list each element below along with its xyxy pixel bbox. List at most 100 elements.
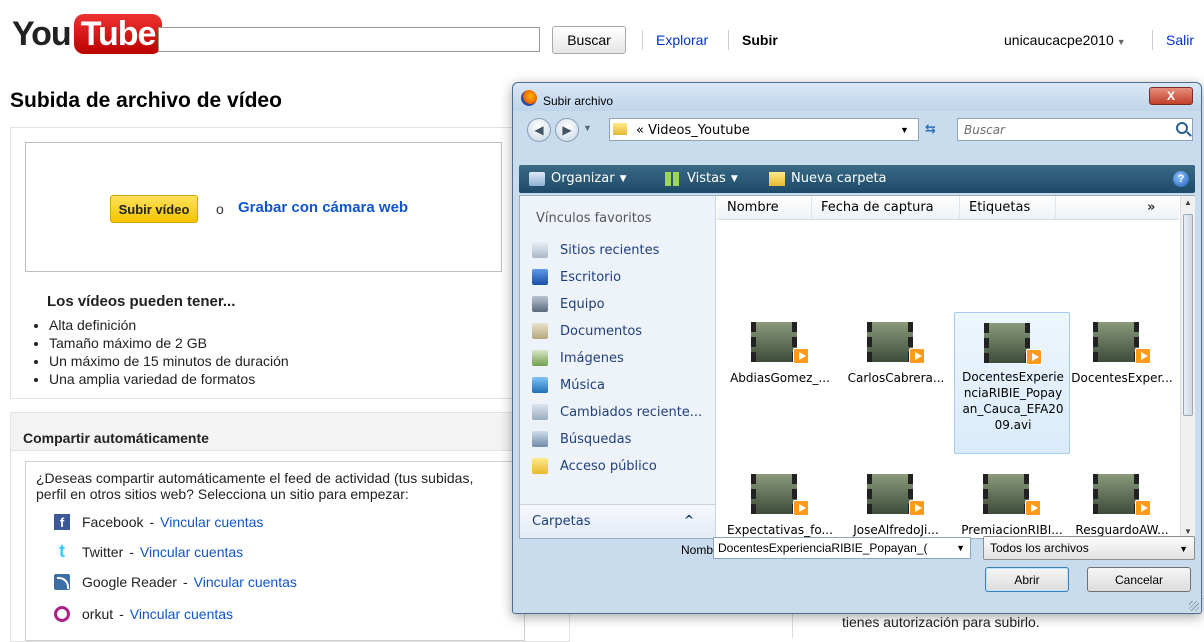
feature-item: Alta definición [49,316,289,334]
file-item-selected[interactable]: DocentesExperie nciaRIBIE_Popay an_Cauca… [954,312,1070,454]
search-input[interactable] [158,27,540,52]
file-name: CarlosCabrera... [847,371,945,385]
share-title: Compartir automáticamente [23,430,209,446]
recently-changed-icon [532,404,548,420]
video-thumbnail [751,474,797,514]
folders-label: Carpetas [532,514,591,529]
dialog-content: Vínculos favoritos Sitios recientes Escr… [519,195,1195,539]
recent-locations-dropdown[interactable]: ▼ [583,123,592,133]
column-date[interactable]: Fecha de captura [821,200,934,215]
dialog-search-input[interactable]: Buscar [957,118,1193,141]
fav-item-public[interactable]: Acceso público [532,458,657,474]
column-name[interactable]: Nombre [727,200,779,215]
file-item[interactable]: CarlosCabrera... [838,312,954,454]
share-header: Compartir automáticamente [11,413,569,451]
fav-item-label: Imágenes [560,350,624,366]
fav-item-recently-changed[interactable]: Cambiados reciente... [532,404,702,420]
open-button[interactable]: Abrir [985,567,1069,592]
share-separator: - [149,514,155,530]
fav-item-computer[interactable]: Equipo [532,296,605,312]
user-menu[interactable]: unicaucacpe2010 ▼ [1004,32,1126,48]
chevron-down-icon: ▼ [730,173,738,184]
chevron-down-icon[interactable]: ▼ [900,125,909,135]
fav-item-pictures[interactable]: Imágenes [532,350,624,366]
facebook-icon: f [54,514,70,530]
share-separator: - [182,574,188,590]
resize-grip-icon[interactable] [1189,601,1199,611]
search-button[interactable]: Buscar [552,26,626,54]
right-panel-text: tienes autorización para subirlo. [842,614,1040,630]
views-icon [665,171,681,186]
folders-toggle[interactable]: Carpetas ^ [520,504,715,538]
address-row: ◀ ▶ ▼ « Videos_Youtube ▼ ⇆ Buscar [513,113,1201,147]
fav-item-documents[interactable]: Documentos [532,323,642,339]
scroll-down-icon[interactable]: ▼ [1184,527,1192,536]
fav-item-recent-places[interactable]: Sitios recientes [532,242,659,258]
video-thumbnail [1093,322,1139,362]
logo-tube: Tube [73,14,163,54]
explore-link[interactable]: Explorar [656,32,708,48]
filename-input[interactable]: DocentesExperienciaRIBIE_Popayan_( ▼ [713,537,971,559]
facebook-link-accounts[interactable]: Vincular cuentas [160,514,263,530]
youtube-logo[interactable]: You Tube [12,14,163,54]
scrollbar-thumb[interactable] [1183,214,1193,416]
refresh-icon[interactable]: ⇆ [925,122,936,137]
column-separator[interactable] [959,196,960,220]
fav-item-music[interactable]: Música [532,377,605,393]
feature-item: Una amplia variedad de formatos [49,370,289,388]
scroll-up-icon[interactable]: ▲ [1184,198,1192,207]
fav-item-label: Documentos [560,323,643,339]
column-tags[interactable]: Etiquetas [969,200,1030,215]
fav-item-searches[interactable]: Búsquedas [532,431,631,447]
close-button[interactable]: X [1149,87,1193,105]
share-row-twitter: t Twitter - Vincular cuentas [54,541,243,561]
chevron-down-icon[interactable]: ▼ [956,543,965,553]
logout-link[interactable]: Salir [1166,32,1194,48]
upload-link[interactable]: Subir [742,32,778,48]
record-webcam-link[interactable]: Grabar con cámara web [238,199,408,216]
share-description-line: ¿Deseas compartir automáticamente el fee… [36,470,474,486]
new-folder-button[interactable]: Nueva carpeta [769,171,887,186]
organize-menu[interactable]: Organizar ▼ [529,171,626,186]
column-separator[interactable] [1055,196,1056,220]
forward-button[interactable]: ▶ [555,118,579,142]
address-bar[interactable]: « Videos_Youtube ▼ [609,118,919,141]
dialog-titlebar[interactable]: Subir archivo X [513,83,1201,111]
new-folder-icon [769,171,785,186]
orkut-link-accounts[interactable]: Vincular cuentas [130,606,233,622]
address-path: « Videos_Youtube [636,123,750,138]
search-icon[interactable] [1176,122,1188,134]
computer-icon [532,296,548,312]
video-play-icon [909,500,925,516]
rss-icon [54,574,70,590]
file-item[interactable]: AbdiasGomez_... [722,312,838,454]
chevron-down-icon: ▼ [619,173,627,184]
file-item[interactable]: JoseAlfredoJi... [838,464,954,606]
share-site-name: Facebook [82,514,144,530]
views-menu[interactable]: Vistas ▼ [665,171,738,186]
video-thumbnail [867,474,913,514]
twitter-link-accounts[interactable]: Vincular cuentas [140,544,243,560]
file-item[interactable]: Expectativas_fo... [722,464,838,606]
chevron-down-icon: ▼ [1116,37,1126,47]
file-upload-dialog: Subir archivo X ◀ ▶ ▼ « Videos_Youtube ▼… [512,82,1202,614]
firefox-icon [521,90,537,106]
back-button[interactable]: ◀ [527,118,551,142]
video-play-icon [909,348,925,364]
upload-video-button[interactable]: Subir vídeo [110,195,198,223]
cancel-button[interactable]: Cancelar [1087,567,1191,592]
file-type-select[interactable]: Todos los archivos ▼ [983,536,1195,560]
column-separator[interactable] [811,196,812,220]
logo-you: You [12,14,72,53]
google-reader-link-accounts[interactable]: Vincular cuentas [194,574,297,590]
help-icon[interactable]: ? [1173,171,1189,187]
more-columns-button[interactable]: » [1147,200,1155,215]
organize-label: Organizar [551,171,615,186]
fav-item-label: Escritorio [560,269,622,285]
file-name: DocentesExper... [1071,371,1173,385]
file-item[interactable]: DocentesExper... [1064,312,1180,454]
video-play-icon [1135,500,1151,516]
vertical-scrollbar[interactable]: ▲ ▼ [1180,196,1195,538]
fav-item-desktop[interactable]: Escritorio [532,269,621,285]
twitter-icon: t [59,541,65,561]
